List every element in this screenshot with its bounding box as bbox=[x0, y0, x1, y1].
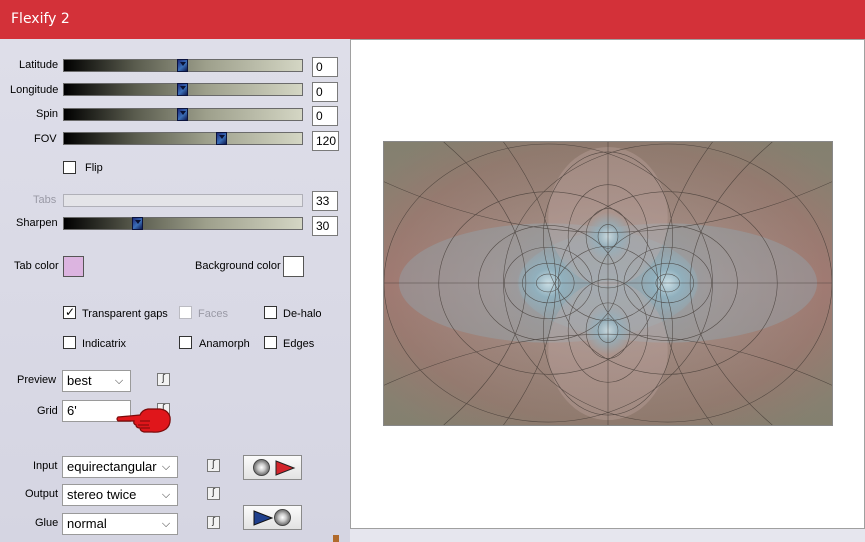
anamorph-label: Anamorph bbox=[199, 338, 250, 350]
check-mark-icon: ✓ bbox=[65, 305, 76, 319]
sharpen-label: Sharpen bbox=[16, 217, 58, 229]
tabs-label: Tabs bbox=[33, 194, 57, 206]
output-select[interactable]: stereo twice ⌵ bbox=[62, 484, 178, 506]
sharpen-slider[interactable] bbox=[63, 217, 303, 230]
chevron-down-icon: ⌵ bbox=[112, 371, 126, 391]
preview-select-value: best bbox=[67, 373, 92, 388]
preview-select[interactable]: best ⌵ bbox=[62, 370, 131, 392]
latitude-slider-thumb[interactable] bbox=[177, 59, 188, 72]
spin-slider[interactable] bbox=[63, 108, 303, 121]
chevron-down-icon: ⌵ bbox=[159, 514, 173, 534]
longitude-input[interactable]: 0 bbox=[312, 82, 338, 102]
disc-icon bbox=[274, 509, 291, 526]
longitude-slider[interactable] bbox=[63, 83, 303, 96]
background-color-swatch[interactable] bbox=[283, 256, 304, 277]
latitude-label: Latitude bbox=[19, 59, 59, 71]
tabs-slider bbox=[63, 194, 303, 207]
latitude-slider[interactable] bbox=[63, 59, 303, 72]
transparent-gaps-checkbox[interactable]: ✓ bbox=[63, 305, 76, 319]
chevron-down-icon: ⌵ bbox=[159, 457, 173, 477]
flip-checkbox[interactable] bbox=[63, 161, 76, 174]
disc-icon bbox=[253, 459, 270, 476]
latitude-input[interactable]: 0 bbox=[312, 57, 338, 77]
edges-label: Edges bbox=[283, 338, 315, 350]
longitude-label: Longitude bbox=[10, 84, 59, 96]
faces-label: Faces bbox=[198, 308, 228, 320]
preview-image bbox=[383, 141, 833, 426]
window-titlebar: Flexify 2 bbox=[0, 0, 865, 39]
pointing-hand-icon bbox=[116, 408, 171, 433]
input-select[interactable]: equirectangular ⌵ bbox=[62, 456, 178, 478]
chevron-down-icon: ⌵ bbox=[159, 485, 173, 505]
fov-slider-thumb[interactable] bbox=[216, 132, 227, 145]
sharpen-slider-thumb[interactable] bbox=[132, 217, 143, 230]
background-color-label: Background color bbox=[195, 260, 281, 272]
transparent-gaps-label: Transparent gaps bbox=[82, 308, 168, 320]
fov-input[interactable]: 120 bbox=[312, 131, 339, 151]
dehalo-checkbox[interactable] bbox=[264, 306, 277, 319]
glue-label: Glue bbox=[35, 517, 59, 529]
output-save-button[interactable] bbox=[243, 505, 302, 530]
input-link-icon[interactable]: ʃ bbox=[207, 459, 220, 472]
grid-select-value: 6' bbox=[67, 403, 77, 418]
glue-link-icon[interactable]: ʃ bbox=[207, 516, 220, 529]
longitude-slider-thumb[interactable] bbox=[177, 83, 188, 96]
tab-color-swatch[interactable] bbox=[63, 256, 84, 277]
input-load-button[interactable] bbox=[243, 455, 302, 480]
input-select-value: equirectangular bbox=[67, 459, 157, 474]
window-title: Flexify 2 bbox=[11, 11, 70, 27]
preview-link-icon[interactable]: ʃ bbox=[157, 373, 170, 386]
spin-slider-thumb[interactable] bbox=[177, 108, 188, 121]
faces-checkbox bbox=[179, 306, 192, 319]
anamorph-checkbox[interactable] bbox=[179, 336, 192, 349]
indicatrix-checkbox[interactable] bbox=[63, 336, 76, 349]
flip-label: Flip bbox=[85, 162, 103, 174]
preview-label: Preview bbox=[17, 374, 57, 386]
fov-label: FOV bbox=[34, 133, 57, 145]
input-label: Input bbox=[33, 460, 58, 472]
indicatrix-label: Indicatrix bbox=[82, 338, 127, 350]
edges-checkbox[interactable] bbox=[264, 336, 277, 349]
tab-color-label: Tab color bbox=[14, 260, 59, 272]
output-link-icon[interactable]: ʃ bbox=[207, 487, 220, 500]
spin-label: Spin bbox=[36, 108, 59, 120]
output-label: Output bbox=[25, 488, 59, 500]
grid-label: Grid bbox=[37, 405, 58, 417]
status-strip bbox=[350, 529, 865, 542]
dehalo-label: De-halo bbox=[283, 308, 322, 320]
fov-slider[interactable] bbox=[63, 132, 303, 145]
sharpen-input[interactable]: 30 bbox=[312, 216, 338, 236]
tabs-input[interactable]: 33 bbox=[312, 191, 338, 211]
output-select-value: stereo twice bbox=[67, 487, 137, 502]
glue-select-value: normal bbox=[67, 516, 107, 531]
arrow-right-icon bbox=[253, 510, 274, 526]
glue-select[interactable]: normal ⌵ bbox=[62, 513, 178, 535]
resize-grip[interactable] bbox=[333, 535, 339, 542]
arrow-right-icon bbox=[275, 460, 296, 476]
spin-input[interactable]: 0 bbox=[312, 106, 338, 126]
